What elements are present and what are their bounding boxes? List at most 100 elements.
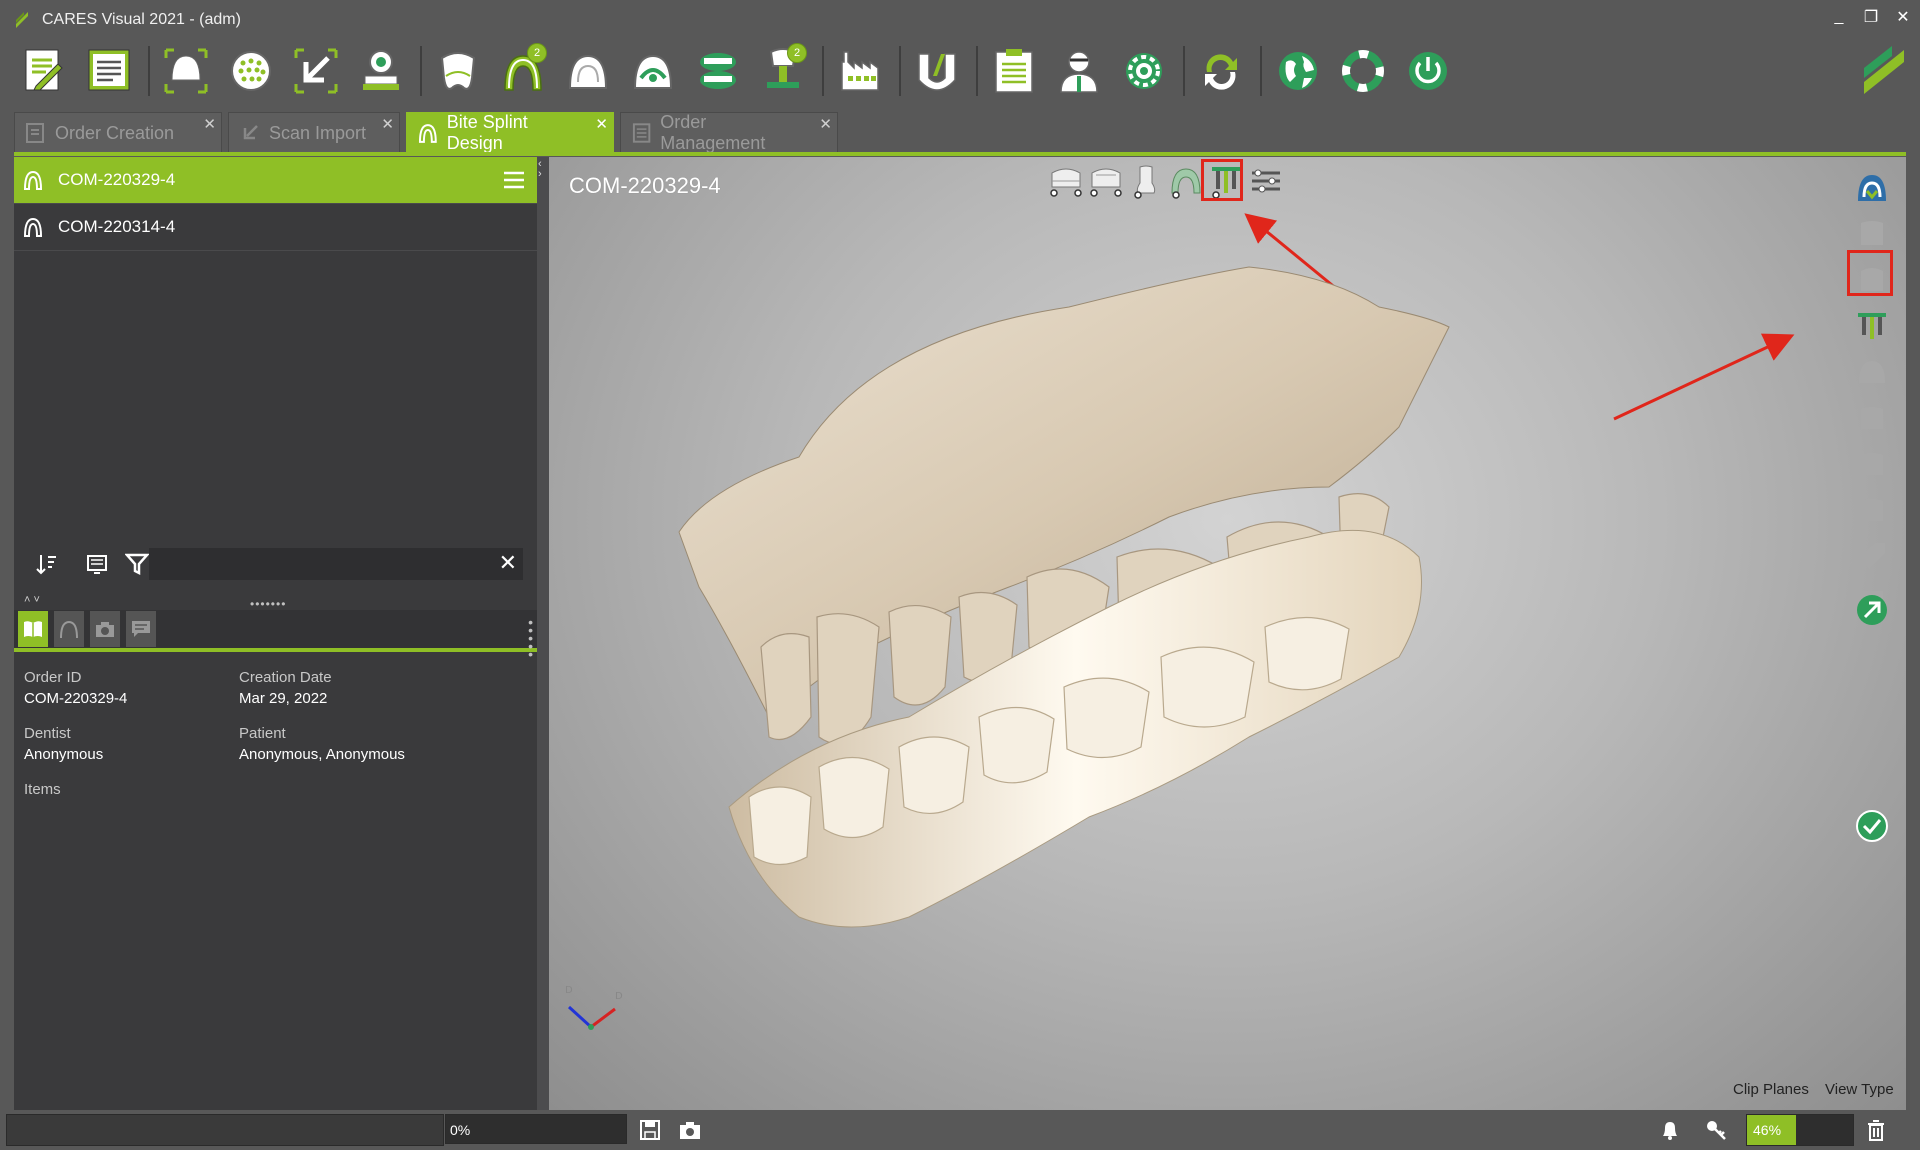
toolbar-separator xyxy=(822,46,824,96)
tab-bite-splint-design[interactable]: Bite Splint Design ✕ xyxy=(406,112,614,153)
new-order-icon xyxy=(25,49,63,91)
order-management-icon xyxy=(632,123,651,143)
tab-order-management[interactable]: Order Management ✕ xyxy=(620,112,838,153)
support-user-button[interactable] xyxy=(1053,45,1105,97)
scan-dots-button[interactable] xyxy=(225,45,277,97)
camera-icon xyxy=(680,1122,700,1139)
toolbar-separator xyxy=(899,46,901,96)
step-attachments-button[interactable] xyxy=(1850,303,1894,349)
view-type-button[interactable]: View Type xyxy=(1825,1081,1894,1098)
tab-label: Order Creation xyxy=(55,122,175,143)
bite-splint-icon xyxy=(23,217,43,237)
panel-collapse-splitter[interactable]: ‹ › xyxy=(537,157,549,1110)
new-order-button[interactable] xyxy=(18,45,70,97)
tag-step-icon xyxy=(1859,543,1885,569)
step-model-button[interactable] xyxy=(1850,165,1894,211)
finish-button[interactable] xyxy=(1850,803,1894,849)
progress-percent: 0% xyxy=(445,1114,627,1144)
report-button[interactable] xyxy=(988,45,1040,97)
close-icon[interactable]: ✕ xyxy=(819,115,832,133)
license-key-button[interactable] xyxy=(1702,1116,1730,1144)
power-button[interactable] xyxy=(1402,45,1454,97)
creation-date-label: Creation Date xyxy=(239,669,332,686)
sync-button[interactable] xyxy=(1195,45,1247,97)
collapse-arrow-icon[interactable]: ‹ › xyxy=(538,159,542,180)
order-list-item[interactable]: COM-220329-4 xyxy=(14,157,537,204)
clear-filter-icon[interactable]: ✕ xyxy=(499,550,517,576)
dentures-both-icon xyxy=(700,53,736,89)
milling-button[interactable] xyxy=(911,45,963,97)
close-icon[interactable]: ✕ xyxy=(595,115,608,133)
help-button[interactable] xyxy=(1337,45,1389,97)
tab-splint-items[interactable] xyxy=(54,611,84,647)
crown-button[interactable] xyxy=(432,45,484,97)
status-bar: 0% 46% xyxy=(0,1110,1920,1150)
delete-button[interactable] xyxy=(1862,1116,1890,1144)
filter-input[interactable] xyxy=(149,549,523,579)
items-label: Items xyxy=(24,781,61,798)
axis-label-right: D xyxy=(615,991,623,1002)
tab-snapshots[interactable] xyxy=(90,611,120,647)
screenshot-button[interactable] xyxy=(676,1116,704,1144)
scan-import-button[interactable] xyxy=(290,45,342,97)
patient-value: Anonymous, Anonymous xyxy=(239,746,405,763)
restore-button[interactable]: ❐ xyxy=(1862,8,1880,26)
patient-field: Patient Anonymous, Anonymous xyxy=(239,725,405,763)
step-7-button[interactable] xyxy=(1850,441,1894,487)
collapse-toggle-icon[interactable]: ˄ ˅ xyxy=(24,594,40,606)
order-form-button[interactable] xyxy=(83,45,135,97)
scan-stamp-button[interactable] xyxy=(355,45,407,97)
step-5-button[interactable] xyxy=(1850,349,1894,395)
3d-viewport[interactable]: COM-220329-4 D D Clip Planes View Type xyxy=(549,157,1906,1110)
save-button[interactable] xyxy=(636,1116,664,1144)
web-button[interactable] xyxy=(1272,45,1324,97)
partial-denture-button[interactable] xyxy=(627,45,679,97)
implant-button[interactable]: 2 xyxy=(757,43,809,97)
close-icon[interactable]: ✕ xyxy=(203,115,216,133)
step-6-button[interactable] xyxy=(1850,395,1894,441)
order-id-field: Order ID COM-220329-4 xyxy=(24,669,127,707)
notifications-button[interactable] xyxy=(1656,1116,1684,1144)
axis-gizmo-icon: D D xyxy=(565,985,623,1030)
key-icon xyxy=(1707,1121,1726,1140)
tab-order-info[interactable] xyxy=(18,611,48,647)
order-form-icon xyxy=(88,49,130,91)
tooth-step-icon xyxy=(1861,453,1883,475)
tab-comments[interactable] xyxy=(126,611,156,647)
scan-model-button[interactable] xyxy=(160,45,212,97)
power-icon xyxy=(1409,52,1447,90)
bite-splint-button[interactable]: 2 xyxy=(497,43,549,97)
order-id-text: COM-220329-4 xyxy=(58,170,176,189)
export-button[interactable] xyxy=(1850,587,1894,633)
bite-splint-icon xyxy=(23,170,43,190)
scan-dots-icon xyxy=(231,51,271,91)
dentures-both-button[interactable] xyxy=(692,45,744,97)
menu-icon[interactable] xyxy=(503,170,525,190)
camera-icon xyxy=(96,622,114,637)
denture-button[interactable] xyxy=(562,45,614,97)
close-window-button[interactable]: ✕ xyxy=(1894,8,1912,26)
window-title: CARES Visual 2021 - (adm) xyxy=(42,11,241,28)
sort-button[interactable] xyxy=(32,549,62,579)
panel-splitter[interactable]: ••••••• xyxy=(250,597,286,611)
clip-planes-button[interactable]: Clip Planes xyxy=(1733,1081,1809,1098)
step-9-button[interactable] xyxy=(1850,533,1894,579)
tab-scan-import[interactable]: Scan Import ✕ xyxy=(228,112,400,153)
book-icon xyxy=(24,621,42,637)
settings-button[interactable] xyxy=(1118,45,1170,97)
view-list-button[interactable] xyxy=(82,549,112,579)
tab-order-creation[interactable]: Order Creation ✕ xyxy=(14,112,222,153)
title-bar: CARES Visual 2021 - (adm) _ ❐ ✕ xyxy=(0,0,1920,40)
order-list-item[interactable]: COM-220314-4 xyxy=(14,204,537,251)
vertical-resize-handle[interactable]: • • • • • xyxy=(528,615,533,661)
minimize-button[interactable]: _ xyxy=(1830,8,1848,26)
production-button[interactable] xyxy=(834,45,886,97)
dental-model-3d xyxy=(678,266,1450,928)
bite-splint-icon xyxy=(60,620,78,639)
tab-label: Scan Import xyxy=(269,122,367,143)
zoom-indicator[interactable]: 46% xyxy=(1746,1114,1854,1146)
step-8-button[interactable] xyxy=(1850,487,1894,533)
globe-icon xyxy=(1279,52,1317,90)
scan-stamp-icon xyxy=(363,50,399,90)
close-icon[interactable]: ✕ xyxy=(381,115,394,133)
